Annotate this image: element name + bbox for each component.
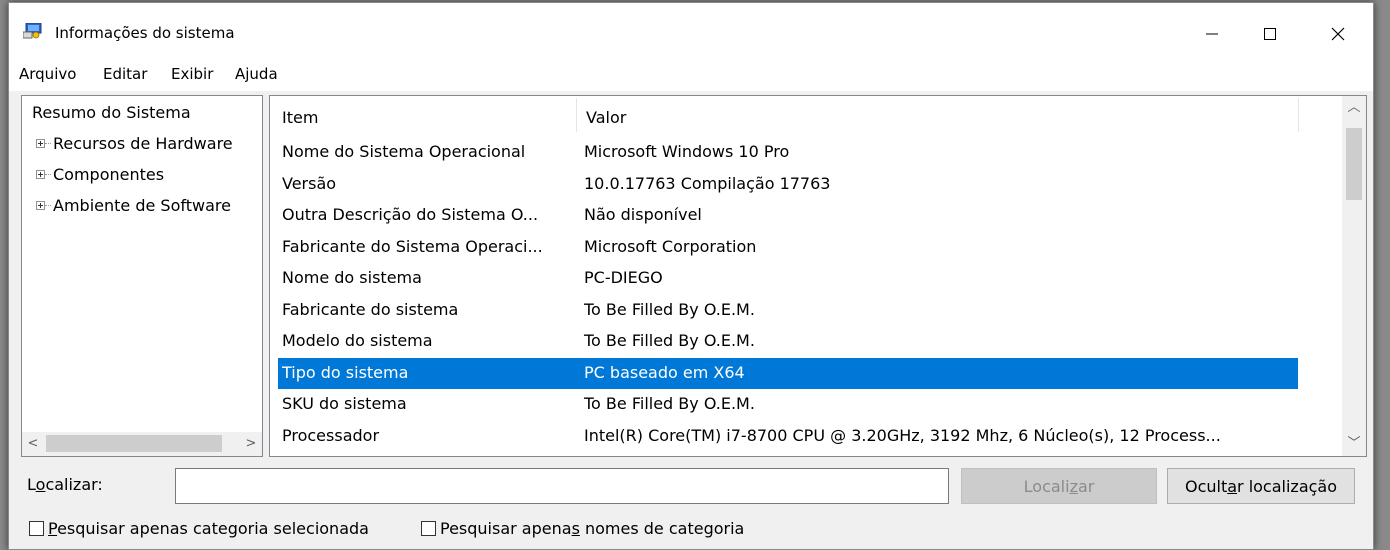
row-value-cell: To Be Filled By O.E.M.: [584, 331, 755, 350]
menu-item-editar[interactable]: Editar: [103, 65, 147, 83]
tree-item-hardware-resources[interactable]: Recursos de Hardware: [36, 134, 233, 153]
search-selected-category-checkbox[interactable]: [29, 521, 44, 536]
system-info-window: Informações do sistema Arquivo Editar Ex…: [8, 2, 1374, 550]
list-vertical-scrollbar[interactable]: ︿ ﹀: [1342, 96, 1366, 456]
scroll-thumb[interactable]: [1346, 128, 1362, 200]
row-value-cell: 10.0.17763 Compilação 17763: [584, 173, 831, 193]
minimize-button[interactable]: [1189, 11, 1235, 57]
close-icon: [1331, 27, 1345, 41]
row-item-cell: Versão: [282, 173, 337, 193]
table-row[interactable]: Processador Intel(R) Core(TM) i7-8700 CPU…: [278, 421, 1298, 452]
tree-item-label: Ambiente de Software: [53, 196, 231, 215]
row-value-cell: Intel(R) Core(TM) i7-8700 CPU @ 3.20GHz,…: [584, 425, 1221, 445]
row-item-cell: Nome do sistema: [282, 268, 422, 287]
column-separator[interactable]: [576, 98, 577, 132]
details-list[interactable]: Item Valor Nome do Sistema Operacional Mi…: [269, 95, 1367, 457]
table-row[interactable]: Outra Descrição do Sistema O... Não dispo…: [278, 200, 1298, 231]
checkbox-label: Pesquisar apenas nomes de categoria: [440, 519, 745, 538]
menu-item-arquivo[interactable]: Arquivo: [19, 65, 76, 83]
tree-item-label: Recursos de Hardware: [53, 134, 233, 153]
table-row[interactable]: Fabricante do Sistema Operaci... Microsof…: [278, 232, 1298, 263]
tree-item-label: Componentes: [53, 165, 165, 184]
find-button[interactable]: Locali z ar: [961, 468, 1157, 504]
table-row[interactable]: Modelo do sistema To Be Filled By O.E.M.: [278, 326, 1298, 357]
tree-item-software-environment[interactable]: Ambiente de Software: [36, 196, 231, 215]
menu-bar: Arquivo Editar Exibir Ajuda: [9, 61, 1373, 91]
row-value-cell: PC baseado em X64: [584, 362, 745, 382]
find-label: Localizar:: [27, 475, 103, 494]
title-bar[interactable]: Informações do sistema: [9, 3, 1373, 61]
checkbox-label: Pesquisar apenas categoria selecionada: [48, 519, 369, 538]
search-selected-category-option[interactable]: Pesquisar apenas categoria selecionada: [29, 519, 369, 538]
close-button[interactable]: [1315, 11, 1361, 57]
row-item-cell: Processador: [282, 425, 380, 445]
category-tree[interactable]: Resumo do Sistema Recursos de Hardware C…: [21, 95, 263, 457]
table-row[interactable]: Nome do Sistema Operacional Microsoft Win…: [278, 137, 1298, 168]
column-separator[interactable]: [1298, 98, 1299, 132]
menu-item-ajuda[interactable]: Ajuda: [235, 65, 278, 83]
table-row[interactable]: Tipo do sistema PC baseado em X64: [278, 357, 1298, 389]
find-input[interactable]: [175, 468, 949, 504]
maximize-button[interactable]: [1247, 11, 1293, 57]
column-header-item[interactable]: Item: [282, 108, 318, 127]
maximize-icon: [1264, 28, 1276, 40]
table-row[interactable]: Fabricante do sistema To Be Filled By O.E…: [278, 295, 1298, 326]
menu-item-exibir[interactable]: Exibir: [171, 65, 213, 83]
column-header-value[interactable]: Valor: [586, 108, 626, 127]
row-value-cell: Não disponível: [584, 205, 702, 224]
row-value-cell: To Be Filled By O.E.M.: [584, 299, 755, 319]
tree-connector: [45, 174, 51, 175]
row-value-cell: PC-DIEGO: [584, 268, 663, 287]
expand-icon[interactable]: [36, 139, 45, 148]
search-category-names-checkbox[interactable]: [421, 521, 436, 536]
minimize-icon: [1206, 33, 1218, 35]
expand-icon[interactable]: [36, 170, 45, 179]
tree-horizontal-scrollbar[interactable]: < >: [22, 432, 262, 456]
tree-connector: [45, 143, 51, 144]
row-value-cell: Microsoft Corporation: [584, 236, 757, 256]
search-category-names-option[interactable]: Pesquisar apenas nomes de categoria: [421, 519, 744, 538]
scroll-thumb[interactable]: [46, 435, 222, 452]
scroll-up-icon[interactable]: ︿: [1345, 99, 1363, 117]
row-item-cell: Fabricante do sistema: [282, 299, 459, 319]
hide-find-button[interactable]: Ocult a r localização: [1167, 468, 1355, 504]
row-item-cell: Tipo do sistema: [282, 362, 409, 382]
list-header: Item Valor: [270, 96, 1299, 134]
table-row[interactable]: Nome do sistema PC-DIEGO: [278, 263, 1298, 294]
row-value-cell: To Be Filled By O.E.M.: [584, 394, 755, 413]
row-item-cell: SKU do sistema: [282, 394, 407, 413]
system-info-app-icon: [23, 23, 42, 39]
table-row[interactable]: Versão 10.0.17763 Compilação 17763: [278, 169, 1298, 200]
tree-item-components[interactable]: Componentes: [36, 165, 164, 184]
expand-icon[interactable]: [36, 201, 45, 210]
tree-item-system-summary[interactable]: Resumo do Sistema: [32, 103, 191, 122]
row-item-cell: Fabricante do Sistema Operaci...: [282, 236, 543, 256]
row-item-cell: Outra Descrição do Sistema O...: [282, 205, 539, 224]
row-item-cell: Nome do Sistema Operacional: [282, 142, 526, 161]
row-item-cell: Modelo do sistema: [282, 331, 433, 350]
scroll-down-icon[interactable]: ﹀: [1345, 435, 1363, 453]
window-title: Informações do sistema: [55, 24, 235, 42]
table-row[interactable]: SKU do sistema To Be Filled By O.E.M.: [278, 389, 1298, 420]
tree-connector: [45, 205, 51, 206]
scroll-right-icon[interactable]: >: [242, 435, 260, 453]
scroll-left-icon[interactable]: <: [24, 435, 42, 453]
row-value-cell: Microsoft Windows 10 Pro: [584, 142, 790, 161]
